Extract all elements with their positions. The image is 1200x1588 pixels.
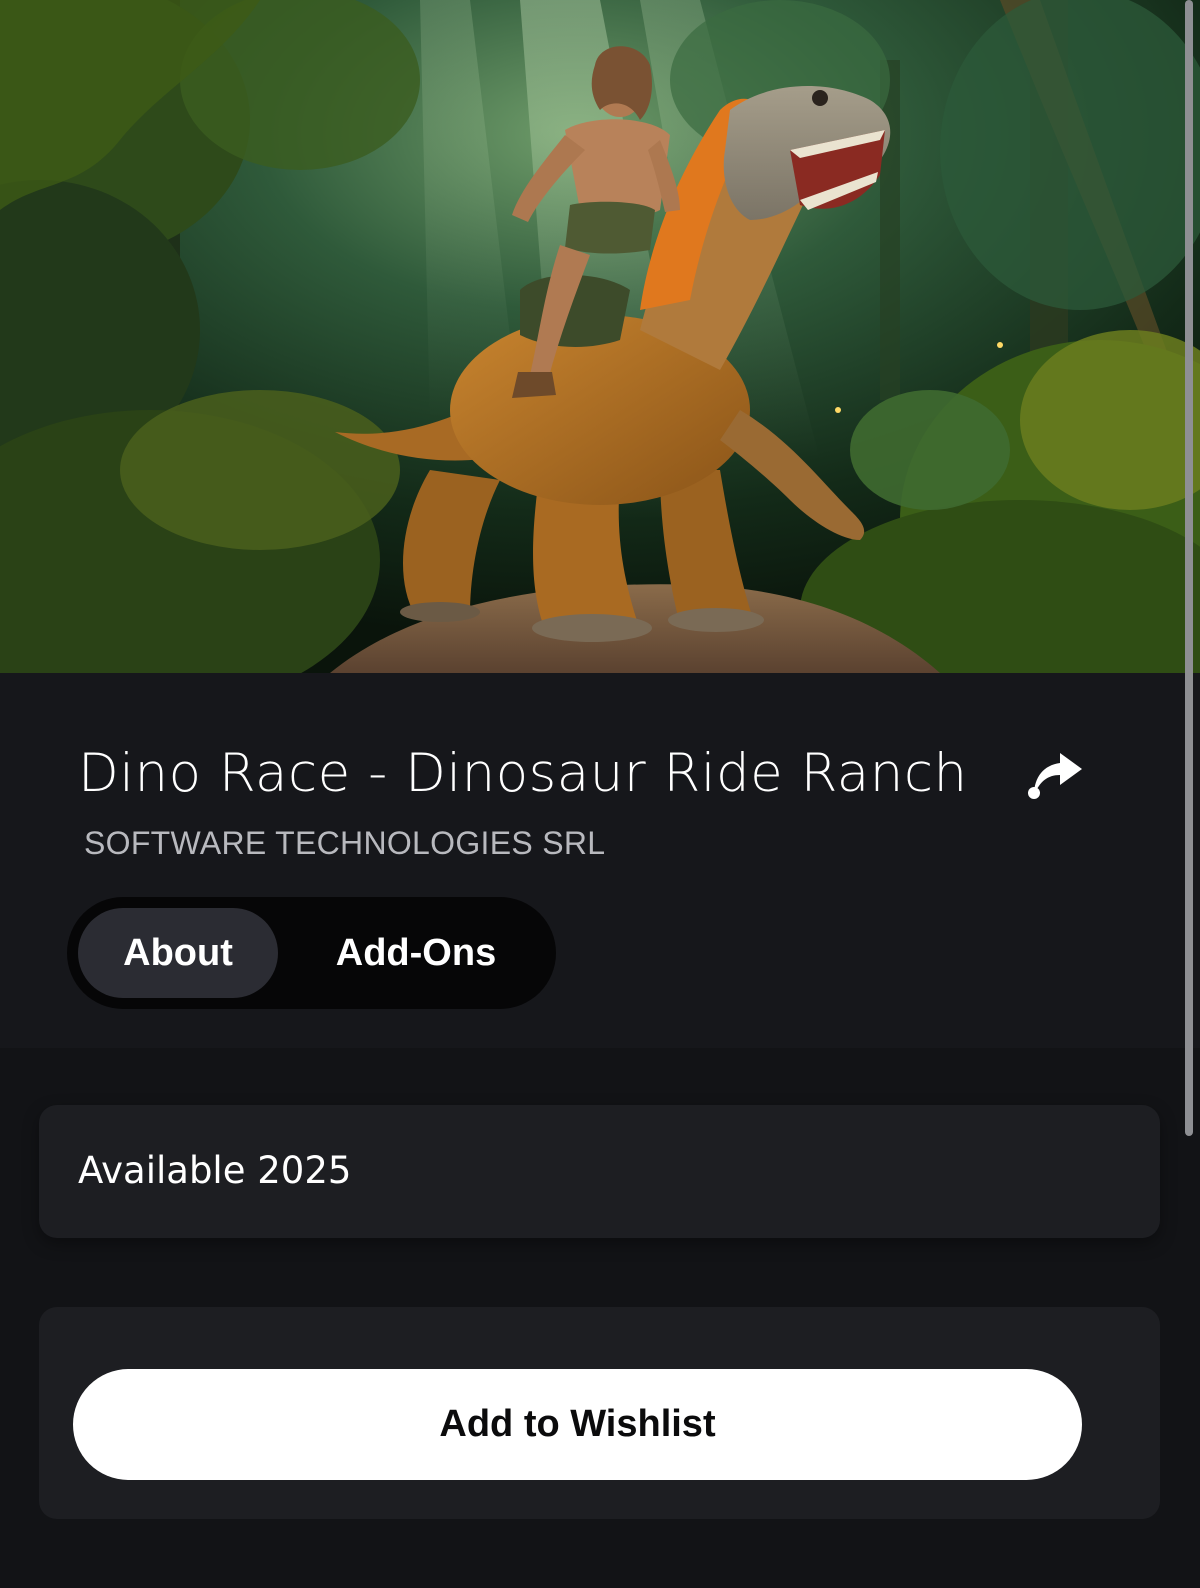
game-title: Dino Race - Dinosaur Ride Ranch bbox=[78, 743, 968, 804]
publisher-name: SOFTWARE TECHNOLOGIES SRL bbox=[84, 825, 606, 861]
add-to-wishlist-button[interactable]: Add to Wishlist bbox=[73, 1369, 1082, 1480]
game-header: Dino Race - Dinosaur Ride Ranch SOFTWARE… bbox=[0, 673, 1200, 1048]
tab-add-ons[interactable]: Add-Ons bbox=[311, 908, 521, 998]
scrollbar-thumb[interactable] bbox=[1185, 0, 1193, 1136]
share-arrow-icon bbox=[1028, 753, 1082, 799]
availability-card: Available 2025 bbox=[39, 1105, 1160, 1238]
share-button[interactable] bbox=[1026, 751, 1090, 801]
availability-text: Available 2025 bbox=[78, 1149, 352, 1192]
hero-artwork-illustration bbox=[0, 0, 1200, 673]
hero-artwork bbox=[0, 0, 1200, 673]
purchase-actions-card: Add to Wishlist bbox=[39, 1307, 1160, 1519]
tab-switcher: About Add-Ons bbox=[67, 897, 556, 1009]
tab-about[interactable]: About bbox=[78, 908, 278, 998]
scrollbar[interactable] bbox=[1180, 0, 1200, 1588]
